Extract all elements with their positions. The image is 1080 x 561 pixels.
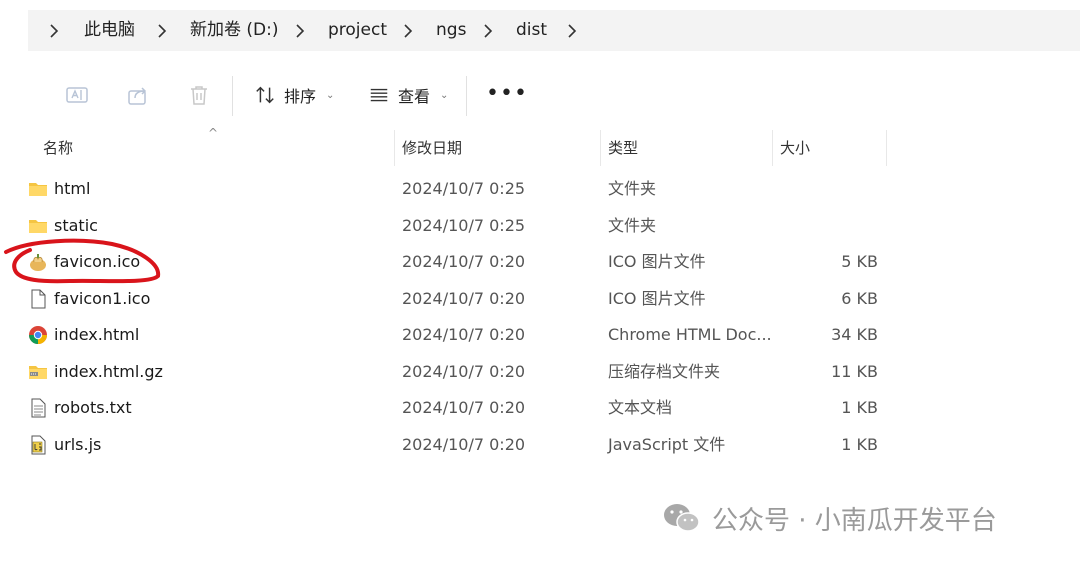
file-date: 2024/10/7 0:20 — [402, 361, 526, 381]
file-size: 5 KB — [841, 252, 878, 271]
favicon-image-icon — [28, 252, 48, 272]
file-row[interactable]: static 2024/10/7 0:25 文件夹 — [28, 208, 908, 245]
breadcrumb-drive-d[interactable]: 新加卷 (D:) — [190, 10, 279, 51]
chrome-icon — [28, 325, 48, 345]
breadcrumb-this-pc[interactable]: 此电脑 — [84, 10, 135, 51]
file-row[interactable]: robots.txt 2024/10/7 0:20 文本文档 1 KB — [28, 390, 908, 427]
chevron-down-icon: ⌄ — [440, 89, 449, 101]
file-date: 2024/10/7 0:20 — [402, 398, 526, 417]
chevron-right-icon[interactable] — [152, 10, 172, 51]
file-list: html 2024/10/7 0:25 文件夹 static 2024/10/7… — [28, 171, 908, 463]
rename-icon[interactable] — [64, 82, 90, 108]
file-type: 文件夹 — [608, 179, 657, 198]
sort-ascending-icon: ^ — [208, 126, 219, 140]
sort-label: 排序 — [284, 87, 317, 106]
file-date: 2024/10/7 0:20 — [402, 434, 526, 454]
file-row[interactable]: urls.js 2024/10/7 0:20 JavaScript 文件 1 K… — [28, 427, 908, 464]
file-name: static — [54, 215, 98, 235]
address-bar[interactable]: 此电脑 新加卷 (D:) project ngs dist — [28, 10, 1080, 51]
file-name: index.html.gz — [54, 361, 163, 381]
toolbar-divider — [466, 76, 467, 116]
column-header-name[interactable]: 名称 — [43, 130, 73, 166]
file-row[interactable]: index.html 2024/10/7 0:20 Chrome HTML Do… — [28, 317, 908, 354]
view-button[interactable]: 查看 ⌄ — [368, 78, 448, 112]
text-file-icon — [28, 398, 48, 418]
chevron-right-icon[interactable] — [290, 10, 310, 51]
file-date: 2024/10/7 0:20 — [402, 288, 526, 308]
more-options-button[interactable]: ••• — [486, 83, 528, 105]
file-size — [788, 171, 878, 207]
file-size — [788, 208, 878, 244]
zip-folder-icon — [28, 362, 48, 382]
file-size: 34 KB — [831, 325, 878, 344]
watermark: 公众号 · 小南瓜开发平台 — [662, 498, 997, 538]
file-type: 文本文档 — [608, 398, 673, 417]
file-type: JavaScript 文件 — [608, 434, 726, 454]
file-date: 2024/10/7 0:20 — [402, 252, 526, 271]
file-row[interactable]: index.html.gz 2024/10/7 0:20 压缩存档文件夹 11 … — [28, 354, 908, 391]
js-file-icon — [28, 435, 48, 455]
command-bar: 排序 ⌄ 查看 ⌄ ••• — [28, 62, 1080, 130]
file-size: 1 KB — [841, 398, 878, 417]
column-divider[interactable] — [772, 130, 773, 166]
delete-icon[interactable] — [186, 82, 212, 108]
chevron-right-icon[interactable] — [44, 10, 64, 51]
file-type: 文件夹 — [608, 215, 657, 235]
file-row[interactable]: favicon.ico 2024/10/7 0:20 ICO 图片文件 5 KB — [28, 244, 908, 281]
column-header-date[interactable]: 修改日期 — [402, 130, 462, 166]
file-type: Chrome HTML Doc... — [608, 325, 772, 344]
watermark-text: 公众号 · 小南瓜开发平台 — [712, 505, 997, 536]
file-size: 6 KB — [841, 288, 878, 308]
column-divider[interactable] — [600, 130, 601, 166]
chevron-right-icon[interactable] — [562, 10, 582, 51]
file-name: index.html — [54, 325, 140, 344]
view-label: 查看 — [398, 87, 431, 106]
chevron-right-icon[interactable] — [478, 10, 498, 51]
file-name: favicon1.ico — [54, 288, 151, 308]
toolbar-divider — [232, 76, 233, 116]
wechat-icon — [664, 504, 700, 532]
file-type: ICO 图片文件 — [608, 288, 706, 308]
file-date: 2024/10/7 0:25 — [402, 215, 526, 235]
file-name: html — [54, 179, 91, 198]
file-type: 压缩存档文件夹 — [608, 361, 721, 381]
breadcrumb-project[interactable]: project — [328, 10, 387, 51]
column-header-size[interactable]: 大小 — [780, 130, 810, 166]
file-size: 1 KB — [841, 434, 878, 454]
breadcrumb-ngs[interactable]: ngs — [436, 10, 466, 51]
file-row[interactable]: html 2024/10/7 0:25 文件夹 — [28, 171, 908, 208]
breadcrumb-dist[interactable]: dist — [516, 10, 547, 51]
folder-icon — [28, 179, 48, 199]
column-divider[interactable] — [394, 130, 395, 166]
column-header-type[interactable]: 类型 — [608, 130, 638, 166]
view-list-icon — [370, 88, 388, 102]
folder-icon — [28, 216, 48, 236]
file-name: urls.js — [54, 434, 102, 454]
share-icon[interactable] — [125, 82, 151, 108]
file-name: robots.txt — [54, 398, 132, 417]
column-header-row: ^ 名称 修改日期 类型 大小 — [28, 126, 1080, 166]
chevron-down-icon: ⌄ — [326, 89, 335, 101]
file-type: ICO 图片文件 — [608, 252, 706, 271]
file-date: 2024/10/7 0:20 — [402, 325, 526, 344]
file-size: 11 KB — [831, 361, 878, 381]
column-divider[interactable] — [886, 130, 887, 166]
file-row[interactable]: favicon1.ico 2024/10/7 0:20 ICO 图片文件 6 K… — [28, 281, 908, 318]
blank-file-icon — [28, 289, 48, 309]
sort-icon — [256, 86, 274, 104]
file-name: favicon.ico — [54, 252, 141, 271]
sort-button[interactable]: 排序 ⌄ — [254, 78, 334, 112]
chevron-right-icon[interactable] — [398, 10, 418, 51]
file-date: 2024/10/7 0:25 — [402, 179, 526, 198]
